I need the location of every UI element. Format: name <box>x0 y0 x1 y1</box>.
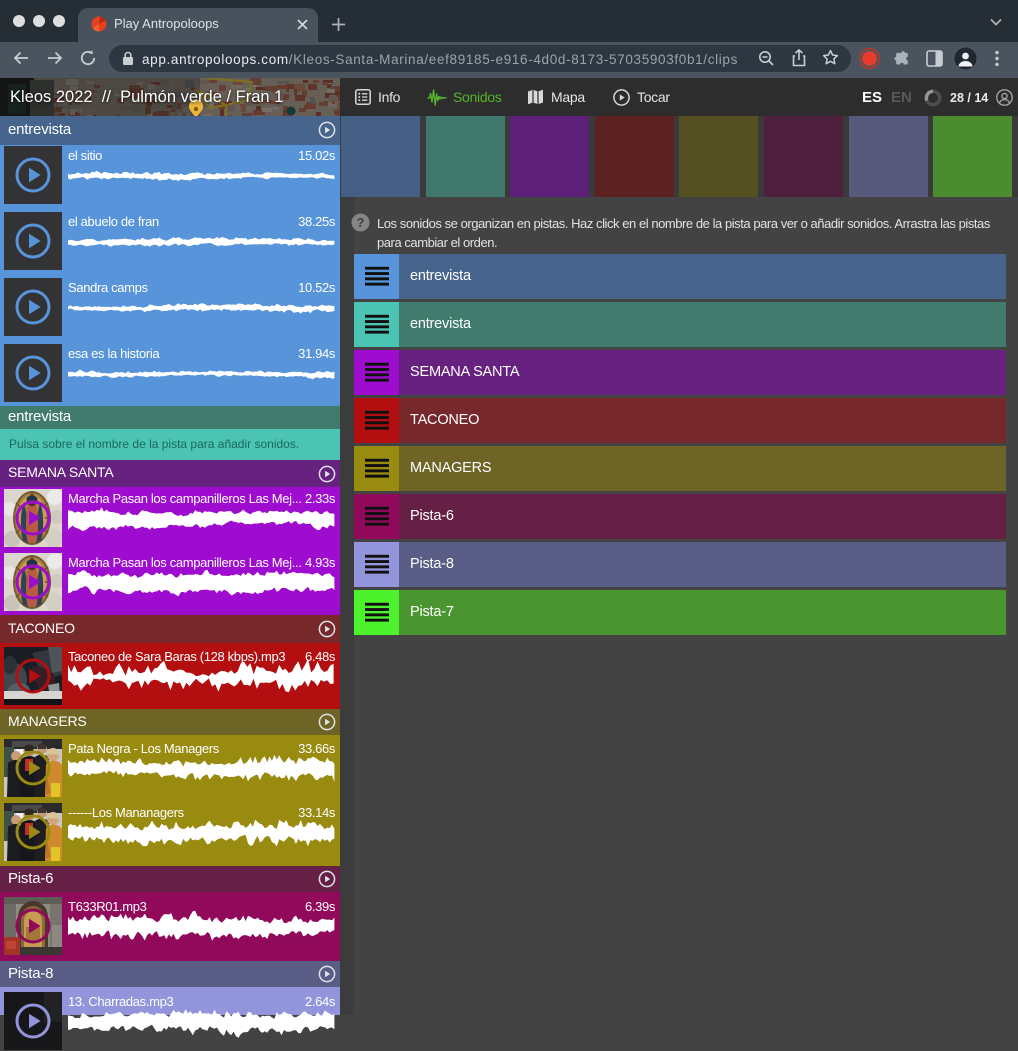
svg-text:?: ? <box>357 216 365 230</box>
